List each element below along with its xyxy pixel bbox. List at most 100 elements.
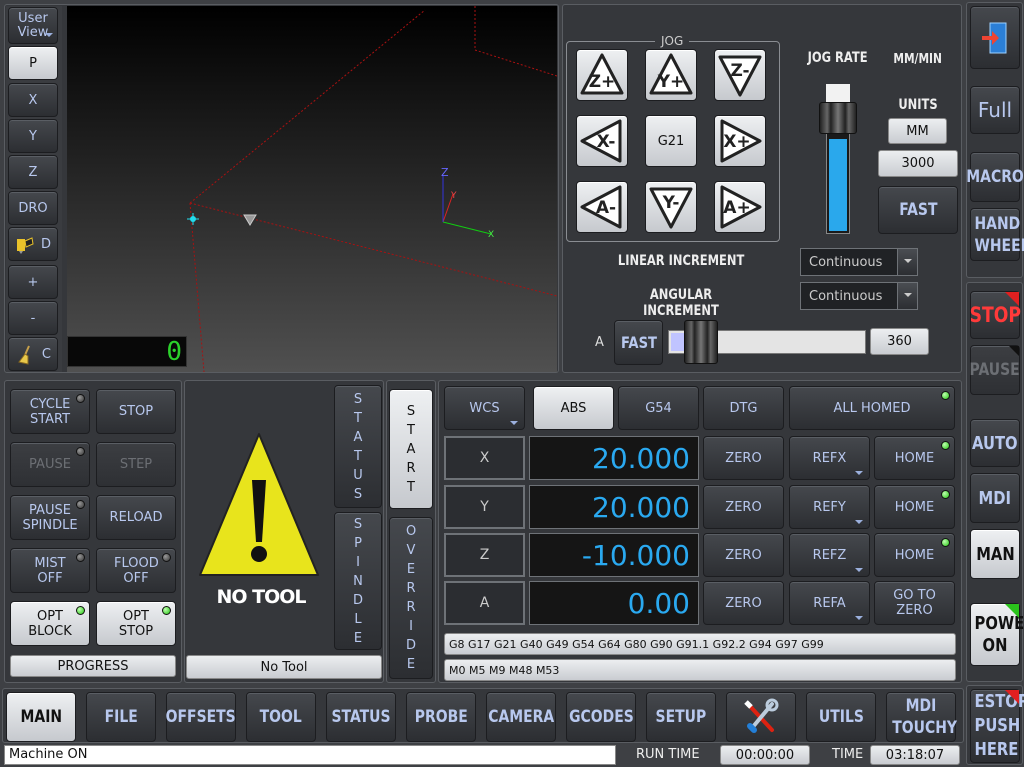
pause-led	[76, 447, 85, 456]
jog-rate-value-field[interactable]: 3000	[878, 150, 958, 177]
tab-camera[interactable]: CAMERA	[486, 692, 556, 742]
tab-spindle-vertical[interactable]: SPINDLE	[334, 512, 382, 650]
jog-fast-button[interactable]: FAST	[878, 186, 958, 234]
no-tool-text: NO TOOL	[216, 586, 306, 608]
fullscreen-button[interactable]: Full	[970, 86, 1020, 134]
home-x-button[interactable]: HOME	[874, 436, 955, 480]
zero-x-button[interactable]: ZERO	[703, 436, 784, 480]
jog-units-g21-button[interactable]: G21	[645, 115, 697, 167]
program-step-button[interactable]: STEP	[96, 442, 176, 487]
tab-settings-tools[interactable]	[726, 692, 796, 742]
axis-y-select[interactable]: Y	[444, 485, 525, 529]
time-value: 03:18:07	[885, 747, 945, 763]
tab-mdi-touchy[interactable]: MDI TOUCHY	[886, 692, 957, 742]
auto-mode-button[interactable]: AUTO	[970, 419, 1020, 467]
tab-tool[interactable]: TOOL	[246, 692, 316, 742]
zoom-in-button[interactable]: +	[8, 265, 58, 299]
home-z-button[interactable]: HOME	[874, 533, 955, 577]
zero-y-button[interactable]: ZERO	[703, 485, 784, 529]
abs-button[interactable]: ABS	[533, 386, 614, 430]
jog-y-plus-button[interactable]: Y+	[645, 49, 697, 101]
stop-button[interactable]: STOP	[969, 291, 1021, 339]
jog-y-minus-button[interactable]: Y-	[645, 181, 697, 233]
home-y-button[interactable]: HOME	[874, 485, 955, 529]
power-on-button[interactable]: POWER ON	[970, 603, 1024, 666]
program-stop-button[interactable]: STOP	[96, 389, 176, 434]
tab-start-vertical[interactable]: START	[389, 389, 433, 509]
a-rate-value-field[interactable]: 360	[870, 328, 929, 355]
angular-increment-select[interactable]: Continuous	[800, 282, 918, 310]
refx-button[interactable]: REFX	[789, 436, 870, 480]
all-homed-button[interactable]: ALL HOMED	[789, 386, 955, 430]
refz-button[interactable]: REFZ	[789, 533, 870, 577]
opt-block-led	[76, 606, 85, 615]
tab-utils[interactable]: UTILS	[806, 692, 876, 742]
home-x-label: HOME	[894, 450, 935, 466]
tab-offsets[interactable]: OFFSETS	[166, 692, 236, 742]
axis-x-select[interactable]: X	[444, 436, 525, 480]
go-to-zero-a-button[interactable]: GO TO ZERO	[874, 581, 955, 625]
flood-button[interactable]: FLOOD OFF	[96, 548, 176, 593]
user-view-button[interactable]: User View	[8, 7, 58, 44]
jog-z-minus-button[interactable]: Z-	[714, 49, 766, 101]
zero-z-button[interactable]: ZERO	[703, 533, 784, 577]
wcs-button[interactable]: WCS	[444, 386, 525, 430]
clear-plot-button[interactable]: C	[8, 337, 58, 371]
zoom-out-button[interactable]: -	[8, 301, 58, 335]
dtg-button[interactable]: DTG	[703, 386, 784, 430]
program-pause-button[interactable]: PAUSE	[10, 442, 90, 487]
tab-file[interactable]: FILE	[86, 692, 156, 742]
cycle-start-button[interactable]: CYCLE START	[10, 389, 90, 434]
tab-gcodes[interactable]: GCODES	[566, 692, 636, 742]
svg-text:X+: X+	[723, 132, 750, 152]
jog-z-plus-button[interactable]: Z+	[576, 49, 628, 101]
mist-button[interactable]: MIST OFF	[10, 548, 90, 593]
exit-door-icon	[982, 22, 1007, 53]
pause-spindle-led	[76, 500, 85, 509]
man-mode-button[interactable]: MAN	[970, 529, 1020, 579]
view-dro-button[interactable]: DRO	[8, 191, 58, 225]
g54-button[interactable]: G54	[618, 386, 699, 430]
a-fast-button[interactable]: FAST	[614, 320, 663, 365]
jog-a-minus-button[interactable]: A-	[576, 181, 628, 233]
opt-block-button[interactable]: OPT BLOCK	[10, 601, 90, 646]
zero-a-button[interactable]: ZERO	[703, 581, 784, 625]
mdi-mode-button[interactable]: MDI	[970, 473, 1020, 523]
axis-z-select[interactable]: Z	[444, 533, 525, 577]
graphics-viewport[interactable]: Z Y X	[67, 6, 557, 372]
handwheel-button[interactable]: HAND WHEEL	[970, 208, 1024, 261]
tab-status-vertical[interactable]: STATUS	[334, 385, 382, 508]
jog-x-minus-button[interactable]: X-	[576, 115, 628, 167]
tab-probe[interactable]: PROBE	[406, 692, 476, 742]
view-y-button[interactable]: Y	[8, 119, 58, 153]
units-value: MM	[906, 123, 929, 139]
tab-main[interactable]: MAIN	[6, 692, 76, 742]
refa-button[interactable]: REFA	[789, 581, 870, 625]
pause-button[interactable]: PAUSE	[970, 345, 1020, 395]
macro-button[interactable]: MACRO	[966, 152, 1024, 202]
linear-increment-select[interactable]: Continuous	[800, 248, 918, 276]
view-d-button[interactable]: D	[8, 227, 58, 261]
view-x-button[interactable]: X	[8, 83, 58, 117]
view-z-button[interactable]: Z	[8, 155, 58, 189]
jog-a-plus-button[interactable]: A+	[714, 181, 766, 233]
opt-stop-button[interactable]: OPT STOP	[96, 601, 176, 646]
jog-x-plus-button[interactable]: X+	[714, 115, 766, 167]
estop-button[interactable]: ESTOP PUSH HERE	[970, 689, 1024, 763]
a-rate-handle[interactable]	[684, 320, 718, 364]
tab-status[interactable]: STATUS	[326, 692, 396, 742]
units-value-field[interactable]: MM	[888, 118, 947, 144]
svg-text:Y+: Y+	[657, 72, 685, 92]
refa-label: REFA	[813, 595, 846, 611]
exit-button[interactable]	[970, 6, 1020, 69]
axis-a-select[interactable]: A	[444, 581, 525, 625]
jog-rate-handle[interactable]	[819, 102, 857, 134]
reload-button[interactable]: RELOAD	[96, 495, 176, 540]
pause-spindle-button[interactable]: PAUSE SPINDLE	[10, 495, 90, 540]
view-p-button[interactable]: P	[8, 46, 58, 80]
tab-setup[interactable]: SETUP	[646, 692, 716, 742]
tab-override-vertical[interactable]: OVERRIDE	[389, 517, 433, 679]
zero-z-label: ZERO	[725, 547, 762, 563]
home-z-label: HOME	[894, 547, 935, 563]
refy-button[interactable]: REFY	[789, 485, 870, 529]
